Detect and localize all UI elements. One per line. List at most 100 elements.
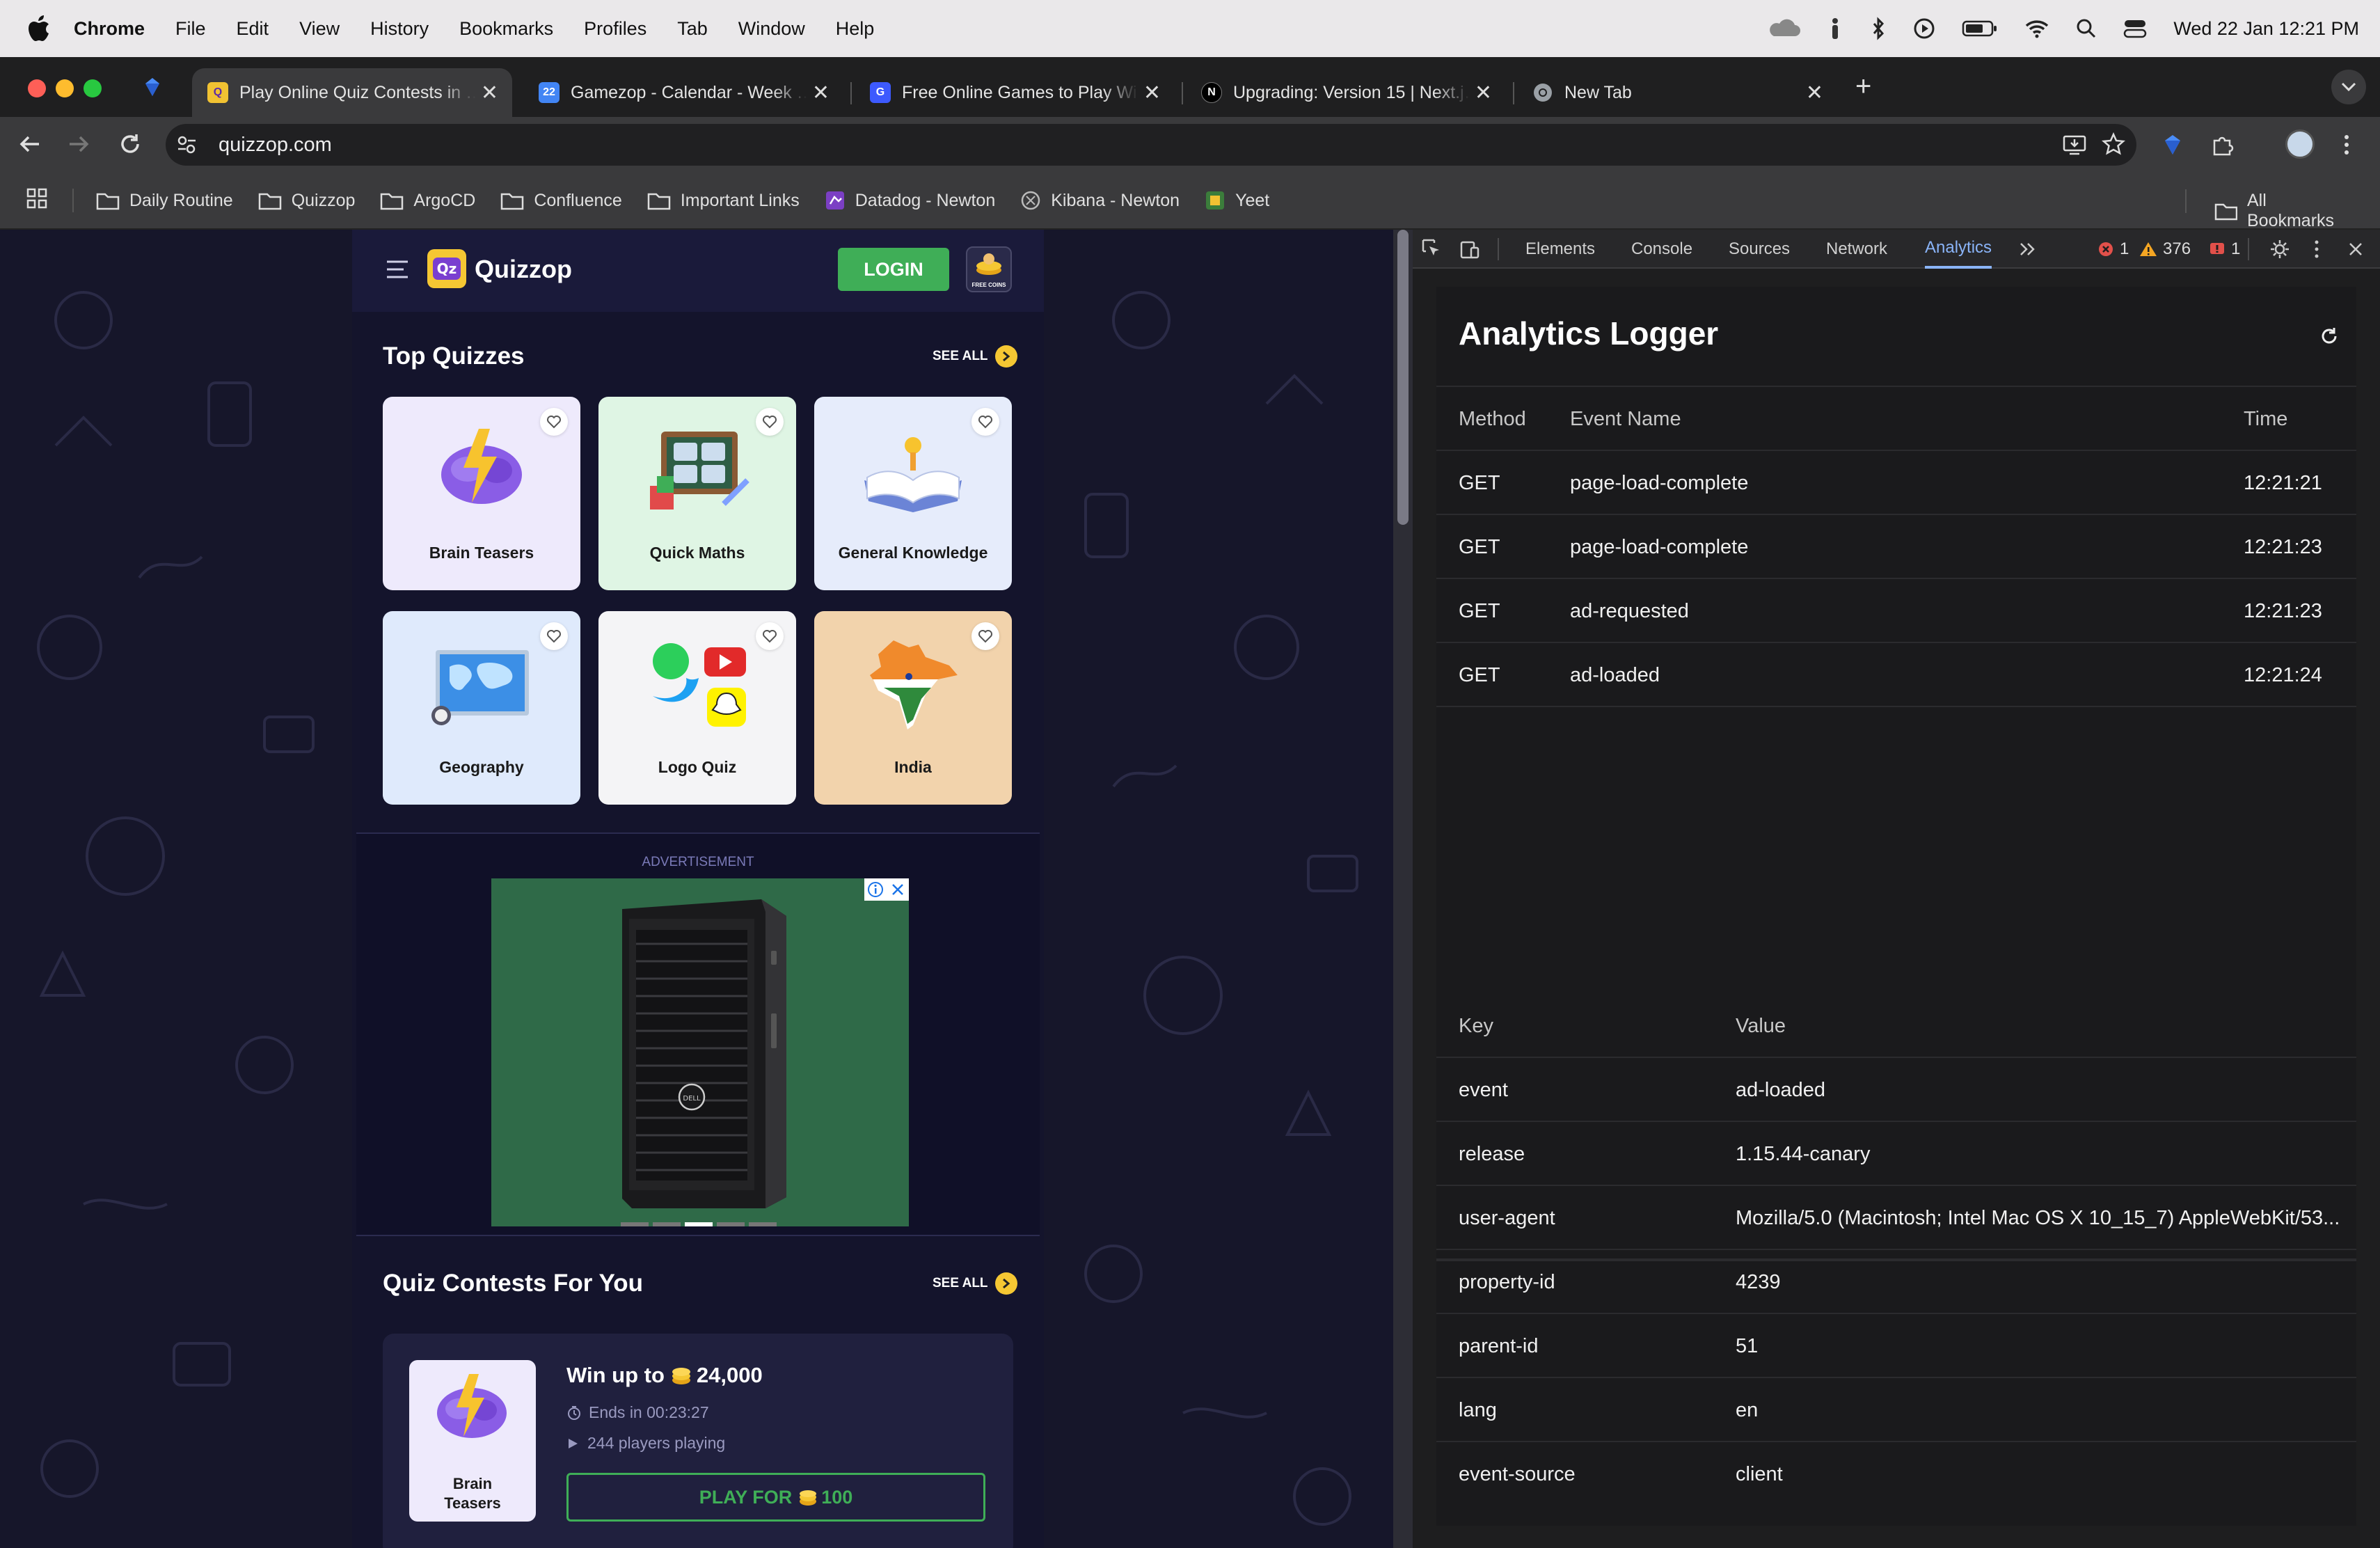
event-row[interactable]: GET page-load-complete 12:21:23: [1436, 515, 2356, 579]
play-circle-icon[interactable]: [1913, 17, 1935, 40]
free-coins-button[interactable]: FREE COINS: [966, 246, 1012, 292]
quiz-card-geography[interactable]: Geography: [383, 611, 580, 805]
carousel-dot[interactable]: [717, 1222, 745, 1226]
favorite-heart-icon[interactable]: [540, 408, 568, 436]
menu-tab[interactable]: Tab: [677, 18, 708, 40]
carousel-dot-active[interactable]: [685, 1222, 713, 1226]
close-tab-icon[interactable]: ✕: [1143, 81, 1161, 105]
device-toolbar-icon[interactable]: [1459, 230, 1481, 269]
issues-counter[interactable]: 1: [2209, 230, 2240, 269]
cloud-icon[interactable]: [1767, 18, 1801, 39]
tab-new-tab[interactable]: New Tab ✕: [1517, 68, 1837, 117]
close-tab-icon[interactable]: ✕: [1475, 81, 1492, 105]
bookmark-kibana[interactable]: Kibana - Newton: [1020, 190, 1180, 211]
ad-creative[interactable]: DELL: [491, 878, 909, 1226]
login-button[interactable]: LOGIN: [838, 248, 949, 291]
carousel-dot[interactable]: [749, 1222, 777, 1226]
quiz-card-india[interactable]: India: [814, 611, 1012, 805]
new-tab-plus-icon[interactable]: +: [1855, 71, 1871, 102]
close-window-button[interactable]: [28, 79, 46, 97]
bookmark-yeet[interactable]: Yeet: [1205, 190, 1269, 211]
contest-card[interactable]: Brain Teasers Win up to 24,000 Ends in 0…: [383, 1334, 1013, 1548]
close-tab-icon[interactable]: ✕: [812, 81, 830, 105]
pinned-tab-gem-icon[interactable]: [143, 77, 161, 101]
tab-calendar[interactable]: 22 Gamezop - Calendar - Week … ✕: [523, 68, 843, 117]
top-quizzes-see-all[interactable]: SEE ALL: [933, 345, 1017, 368]
menu-help[interactable]: Help: [836, 18, 875, 40]
carousel-dot[interactable]: [653, 1222, 681, 1226]
quiz-card-logo-quiz[interactable]: Logo Quiz: [598, 611, 796, 805]
ad-close-icon[interactable]: [887, 878, 909, 901]
bookmark-datadog[interactable]: Datadog - Newton: [825, 190, 995, 211]
maximize-window-button[interactable]: [84, 79, 102, 97]
minimize-window-button[interactable]: [56, 79, 74, 97]
scrollbar-thumb[interactable]: [1397, 230, 1409, 525]
menu-history[interactable]: History: [370, 18, 429, 40]
forward-arrow-icon[interactable]: [67, 132, 90, 159]
chrome-menu-icon[interactable]: [2342, 134, 2351, 159]
extensions-puzzle-icon[interactable]: [2210, 132, 2235, 161]
favorite-heart-icon[interactable]: [971, 408, 999, 436]
menu-view[interactable]: View: [299, 18, 340, 40]
back-arrow-icon[interactable]: [18, 132, 42, 159]
gem-extension-icon[interactable]: [2163, 134, 2182, 159]
install-app-icon[interactable]: [2063, 134, 2086, 161]
figure-icon[interactable]: [1827, 17, 1843, 40]
favorite-heart-icon[interactable]: [756, 408, 784, 436]
close-tab-icon[interactable]: ✕: [1806, 81, 1823, 105]
battery-icon[interactable]: [1962, 19, 1998, 38]
close-tab-icon[interactable]: ✕: [481, 81, 498, 105]
tab-sources[interactable]: Sources: [1729, 230, 1790, 269]
contest-quiz-thumbnail[interactable]: Brain Teasers: [409, 1360, 536, 1522]
favorite-heart-icon[interactable]: [756, 622, 784, 650]
menu-profiles[interactable]: Profiles: [584, 18, 646, 40]
bookmark-daily-routine[interactable]: Daily Routine: [96, 191, 233, 211]
bookmark-quizzop[interactable]: Quizzop: [258, 191, 355, 211]
menu-window[interactable]: Window: [738, 18, 805, 40]
control-center-icon[interactable]: [2123, 18, 2147, 39]
reload-icon[interactable]: [118, 132, 142, 159]
tab-gamezop[interactable]: G Free Online Games to Play Wi… ✕: [855, 68, 1175, 117]
bluetooth-icon[interactable]: [1870, 17, 1887, 40]
favorite-heart-icon[interactable]: [540, 622, 568, 650]
apps-grid-icon[interactable]: [26, 188, 47, 214]
event-row[interactable]: GET page-load-complete 12:21:21: [1436, 451, 2356, 515]
tab-nextjs[interactable]: N Upgrading: Version 15 | Next.j… ✕: [1186, 68, 1506, 117]
url-text[interactable]: quizzop.com: [219, 134, 332, 157]
menu-app-name[interactable]: Chrome: [74, 18, 145, 40]
tab-analytics[interactable]: Analytics: [1925, 230, 1992, 269]
apple-icon[interactable]: [28, 15, 53, 42]
bookmark-confluence[interactable]: Confluence: [500, 191, 622, 211]
warning-counter[interactable]: 376: [2139, 230, 2191, 269]
event-row[interactable]: GET ad-loaded 12:21:24: [1436, 643, 2356, 707]
menu-file[interactable]: File: [175, 18, 206, 40]
tab-quizzop[interactable]: Q Play Online Quiz Contests in … ✕: [192, 68, 512, 117]
site-settings-icon[interactable]: [166, 124, 207, 166]
bookmark-argocd[interactable]: ArgoCD: [380, 191, 475, 211]
menu-edit[interactable]: Edit: [237, 18, 269, 40]
devtools-kebab-menu-icon[interactable]: [2313, 230, 2320, 269]
quizzop-logo-icon[interactable]: Qz: [427, 249, 466, 288]
menu-bookmarks[interactable]: Bookmarks: [459, 18, 553, 40]
brand-name[interactable]: Quizzop: [475, 255, 572, 284]
carousel-dot[interactable]: [621, 1222, 649, 1226]
address-bar[interactable]: quizzop.com: [166, 124, 2136, 166]
tab-network[interactable]: Network: [1826, 230, 1887, 269]
page-scrollbar[interactable]: [1393, 230, 1413, 1548]
ad-info-icon[interactable]: [864, 878, 887, 901]
event-row[interactable]: GET ad-requested 12:21:23: [1436, 579, 2356, 643]
settings-gear-icon[interactable]: [2269, 230, 2291, 269]
error-counter[interactable]: 1: [2097, 230, 2129, 269]
bookmark-important-links[interactable]: Important Links: [647, 191, 800, 211]
bookmark-star-icon[interactable]: [2101, 132, 2126, 161]
tab-console[interactable]: Console: [1631, 230, 1692, 269]
profile-avatar[interactable]: [2285, 129, 2315, 159]
quiz-card-quick-maths[interactable]: Quick Maths: [598, 397, 796, 590]
more-tabs-chevron-icon[interactable]: [2018, 230, 2038, 269]
search-icon[interactable]: [2076, 18, 2097, 39]
wifi-icon[interactable]: [2024, 19, 2049, 38]
play-contest-button[interactable]: PLAY FOR 100: [566, 1473, 985, 1522]
contests-see-all[interactable]: SEE ALL: [933, 1272, 1017, 1295]
hamburger-menu-icon[interactable]: [386, 259, 409, 283]
quiz-card-brain-teasers[interactable]: Brain Teasers: [383, 397, 580, 590]
